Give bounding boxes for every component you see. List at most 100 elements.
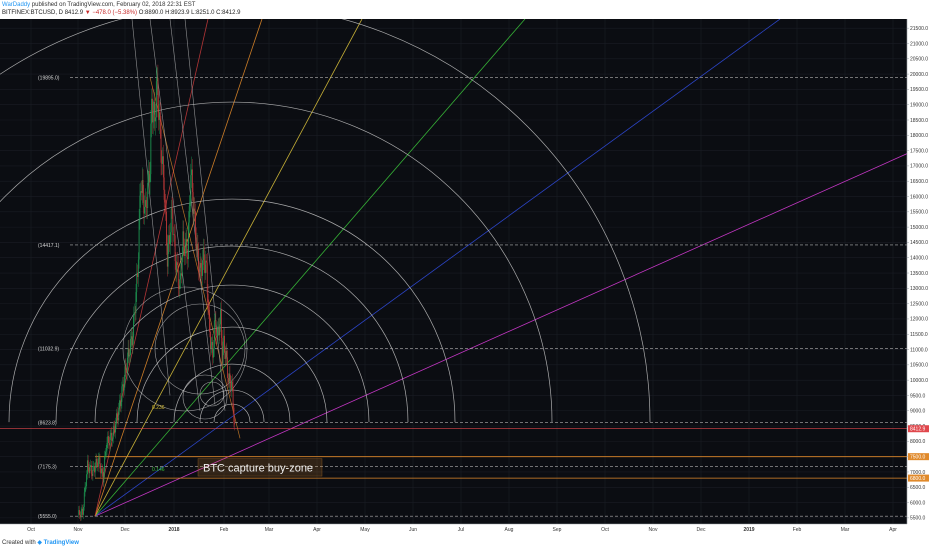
candle-body	[123, 384, 124, 391]
candle-body	[83, 492, 85, 507]
y-tick-label: 20500.0	[910, 57, 928, 63]
y-tick-label: 17500.0	[910, 148, 928, 154]
candle-body	[200, 263, 202, 268]
candle-body	[143, 193, 145, 214]
candle-body	[95, 458, 97, 468]
candle-body	[167, 242, 169, 267]
x-tick-label: Nov	[649, 527, 658, 533]
candle-body	[102, 471, 104, 483]
candle-body	[217, 326, 219, 328]
candle-body	[185, 239, 187, 243]
candle-body	[211, 341, 213, 346]
x-tick-label: Sep	[553, 527, 562, 533]
level-label: (11032.9)	[38, 347, 59, 353]
candle-body	[85, 486, 87, 487]
candle-body	[195, 211, 196, 238]
candle-body	[201, 267, 203, 276]
price-tag-label: 7500.0	[910, 454, 926, 460]
candle-body	[154, 101, 156, 122]
candle-body	[170, 232, 171, 245]
candle-body	[220, 309, 221, 325]
candle-body	[171, 208, 173, 210]
candle-body	[109, 435, 111, 446]
candle-body	[162, 156, 164, 178]
candle-body	[180, 273, 182, 280]
tradingview-link[interactable]: TradingView	[44, 540, 79, 546]
symbol-label: BITFINEX:BTCUSD, D	[2, 10, 64, 16]
candle-body	[188, 206, 190, 223]
y-tick-label: 16000.0	[910, 194, 928, 200]
candle-body	[184, 242, 186, 257]
candle-body	[191, 169, 192, 176]
close-value: C:8412.9	[216, 10, 241, 16]
x-tick-label: Jul	[458, 527, 464, 533]
candle-body	[91, 474, 93, 476]
candle-body	[148, 171, 150, 183]
y-tick-label: 13000.0	[910, 286, 928, 292]
level-label: (5555.0)	[38, 514, 57, 520]
candle-body	[101, 468, 102, 474]
candle-body	[181, 254, 183, 276]
candle-body	[229, 373, 231, 382]
candle-body	[105, 451, 106, 456]
candle-body	[208, 307, 210, 310]
candle-body	[196, 243, 198, 251]
candle-body	[205, 260, 207, 274]
candle-body	[204, 264, 206, 274]
candle-body	[103, 472, 105, 483]
candle-body	[90, 465, 92, 475]
candle-body	[129, 355, 131, 357]
candle-body	[160, 129, 162, 163]
y-tick-label: 10000.0	[910, 378, 928, 384]
candle-body	[174, 235, 176, 262]
candle-body	[155, 81, 157, 118]
candle-body	[152, 114, 154, 123]
candle-body	[115, 423, 116, 433]
candle-body	[98, 457, 100, 459]
candle-body	[118, 407, 120, 421]
footer: Created with ◆ TradingView	[2, 539, 79, 546]
price-tag-label: 6800.0	[910, 476, 926, 482]
candle-body	[79, 514, 81, 518]
candle-body	[141, 191, 142, 193]
candle-body	[82, 508, 84, 515]
candle-body	[134, 312, 136, 314]
candle-body	[135, 292, 137, 314]
publish-line: WarDaddy published on TradingView.com, F…	[2, 1, 195, 9]
candle-body	[197, 243, 199, 251]
candle-body	[100, 468, 102, 474]
candle-body	[179, 279, 181, 290]
candle-body	[133, 315, 135, 338]
price-tag-label: 8412.9	[910, 427, 926, 433]
candle-body	[166, 211, 167, 246]
candle-body	[202, 260, 203, 276]
candle-body	[108, 436, 109, 443]
level-label: (7175.3)	[38, 465, 57, 471]
candle-body	[112, 438, 113, 442]
price-chart[interactable]: (19895.0) (14417.1) (11032.9) (8623.8) (7175…	[0, 19, 932, 533]
candle-body	[125, 366, 127, 370]
candle-body	[227, 357, 229, 379]
fib-label: 0.236	[152, 405, 165, 411]
candle-body	[219, 324, 221, 336]
candle-body	[189, 203, 191, 207]
candle-body	[199, 271, 200, 273]
candle-body	[214, 320, 216, 321]
candle-body	[183, 231, 185, 246]
candle-body	[115, 413, 117, 424]
candle-body	[117, 418, 119, 421]
candle-body	[218, 326, 220, 336]
candle-body	[155, 117, 156, 122]
candle-body	[113, 426, 115, 428]
candle-body	[193, 208, 195, 214]
y-tick-label: 21500.0	[910, 26, 928, 32]
level-label: (14417.1)	[38, 243, 60, 249]
candle-body	[106, 442, 108, 451]
candle-body	[190, 175, 192, 204]
author-link[interactable]: WarDaddy	[2, 2, 30, 8]
x-tick-label: Apr	[889, 527, 897, 533]
candle-body	[163, 177, 165, 200]
candle-body	[149, 174, 151, 183]
symbol-line: BITFINEX:BTCUSD, D 8412.9 ▼ −478.0 (−5.3…	[2, 9, 240, 17]
candle-body	[89, 466, 91, 474]
